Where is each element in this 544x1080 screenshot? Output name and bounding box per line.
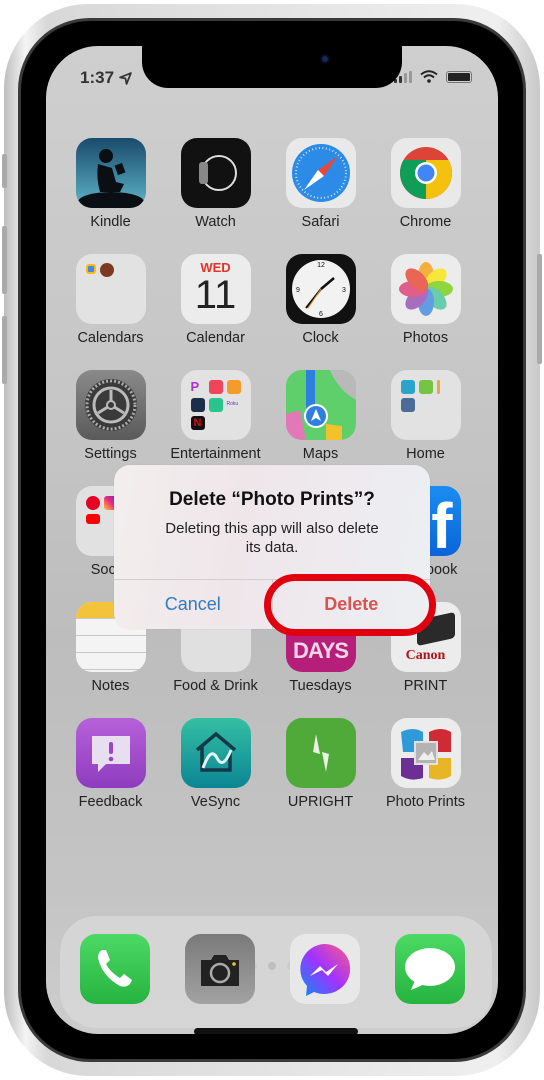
battery-icon <box>446 70 472 83</box>
svg-text:3: 3 <box>342 287 346 294</box>
app-label: UPRIGHT <box>287 794 354 810</box>
svg-text:6: 6 <box>319 311 323 318</box>
app-clock[interactable]: 12 3 6 9 Clock <box>268 254 373 347</box>
app-label: Photos <box>402 330 449 346</box>
app-label: Home <box>406 446 445 462</box>
home-indicator[interactable] <box>194 1028 358 1034</box>
vesync-icon <box>180 718 251 788</box>
app-maps[interactable]: Maps <box>268 370 373 463</box>
power-button <box>537 254 542 364</box>
app-label: Food & Drink <box>173 678 258 694</box>
app-label: Maps <box>302 446 339 462</box>
app-label: Notes <box>91 678 130 694</box>
volume-up-button <box>2 226 7 294</box>
folder-icon <box>75 254 146 324</box>
maps-icon <box>285 370 356 440</box>
app-safari[interactable]: Safari <box>268 138 373 231</box>
app-label: VeSync <box>190 794 241 810</box>
app-upright[interactable]: UPRIGHT <box>268 718 373 811</box>
app-photo-prints[interactable]: Photo Prints <box>373 718 478 811</box>
wifi-icon <box>420 70 438 83</box>
annotation-highlight-circle <box>264 574 436 636</box>
calendar-date: 11 <box>194 273 237 317</box>
app-vesync[interactable]: VeSync <box>163 718 268 811</box>
folder-calendars[interactable]: Calendars <box>58 254 163 347</box>
cancel-button[interactable]: Cancel <box>114 580 272 629</box>
settings-icon <box>75 370 146 440</box>
watch-icon <box>180 138 251 208</box>
folder-entertainment[interactable]: P Roku N Entertainment <box>163 370 268 463</box>
chrome-icon <box>390 138 461 208</box>
alert-title: Delete “Photo Prints”? <box>169 489 375 510</box>
location-arrow-icon <box>119 71 132 85</box>
time: 1:37 <box>80 68 115 87</box>
app-chrome[interactable]: Chrome <box>373 138 478 231</box>
app-label: Settings <box>84 446 137 462</box>
phone-icon[interactable] <box>80 934 150 1004</box>
volume-down-button <box>2 316 7 384</box>
photo-prints-icon <box>390 718 461 788</box>
app-watch[interactable]: Watch <box>163 138 268 231</box>
folder-icon: P Roku N <box>180 370 251 440</box>
status-bar-left: 1:37 <box>80 68 132 88</box>
status-bar-right <box>394 70 472 83</box>
app-photos[interactable]: Photos <box>373 254 478 347</box>
app-settings[interactable]: Settings <box>58 370 163 463</box>
calendar-icon: WED 11 <box>180 254 251 324</box>
front-camera <box>320 54 330 64</box>
svg-text:12: 12 <box>317 262 325 269</box>
canon-brand: Canon <box>405 648 446 663</box>
app-feedback[interactable]: Feedback <box>58 718 163 811</box>
app-label: Tuesdays <box>289 678 352 694</box>
messenger-icon[interactable] <box>290 934 360 1004</box>
app-label: Watch <box>195 214 236 230</box>
app-label: Safari <box>301 214 340 230</box>
app-label: PRINT <box>403 678 448 694</box>
alert-message: Deleting this app will also delete its d… <box>165 520 379 556</box>
app-calendar[interactable]: WED 11 Calendar <box>163 254 268 347</box>
camera-icon[interactable] <box>185 934 255 1004</box>
dock <box>60 916 492 1028</box>
app-label: Calendars <box>77 330 144 346</box>
svg-text:9: 9 <box>296 287 300 294</box>
app-label: Calendar <box>186 330 245 346</box>
app-label: Kindle <box>90 214 131 230</box>
notch <box>142 46 402 88</box>
app-label: Entertainment <box>170 446 261 462</box>
app-kindle[interactable]: Kindle <box>58 138 163 231</box>
folder-home[interactable]: Home <box>373 370 478 463</box>
messages-icon[interactable] <box>395 934 465 1004</box>
folder-icon <box>390 370 461 440</box>
safari-icon <box>285 138 356 208</box>
feedback-icon <box>75 718 146 788</box>
upright-icon <box>285 718 356 788</box>
clock-icon: 12 3 6 9 <box>285 254 356 324</box>
silent-switch <box>2 154 7 188</box>
app-label: Photo Prints <box>386 794 465 810</box>
app-label: Feedback <box>78 794 143 810</box>
photos-icon <box>390 254 461 324</box>
kindle-icon <box>75 138 146 208</box>
app-label: Clock <box>302 330 339 346</box>
app-label: Chrome <box>399 214 452 230</box>
tuesdays-text: DAYS <box>292 638 349 663</box>
